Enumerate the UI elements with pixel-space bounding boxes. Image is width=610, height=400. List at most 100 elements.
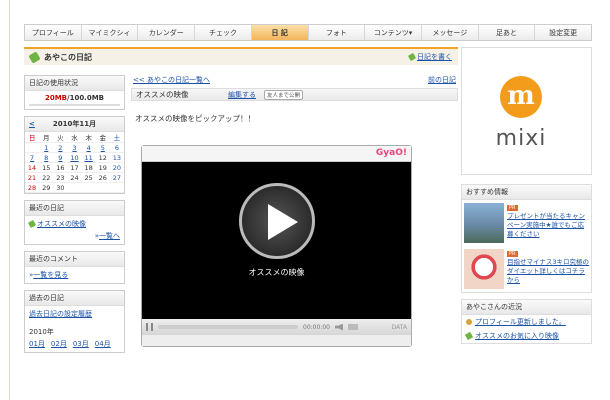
page: プロフィール マイミクシィ カレンダー チェック日 記フォト コンテンツ▾ メッセージ 足あ… [0,0,610,400]
calendar-week-row: 21 22 23 24 25 26 27 [25,172,124,183]
usage-total: /100.0MB [67,94,105,102]
nav-tab[interactable]: マイミクシィ [82,25,139,40]
prev-diary-link[interactable]: 前の日記 [428,75,456,85]
calendar-day: 13 [109,152,124,163]
nav-tab[interactable]: 設定変更 [535,25,591,40]
calendar-day: 24 [67,172,82,183]
calendar-day-link[interactable]: 4 [87,144,91,152]
calendar-day: 4 [81,142,96,153]
calendar-day: 27 [109,172,124,183]
past-diary-box: 過去の日記 過去日記の設定履歴 2010年 01月 02月 03月 04月 [24,290,125,353]
nav-tab[interactable]: 足あと [479,25,536,40]
calendar-day: 25 [81,172,96,183]
mixi-logo: m mixi [461,47,592,175]
calendar-day-link[interactable]: 9 [58,154,62,162]
calendar-day: 7 [25,152,40,163]
recommend-item[interactable]: PR 目指せマイナス3キロ究極のダイエット詳しくはコチラから [462,246,591,292]
calendar-day-link[interactable]: 11 [84,154,92,162]
right-sidebar: m mixi おすすめ情報 PR プレゼントが当たるキャンペーン実施中★誰でもご… [461,47,592,400]
diary-header: あやこの日記 日記を書く [24,47,458,65]
calendar-day-link[interactable]: 10 [70,154,78,162]
time-display: 00:00:00 [303,323,330,331]
calendar-day: 10 [67,152,82,163]
recent-comments-list: »一覧を見る [25,267,124,283]
recommend-thumbnail[interactable] [464,249,504,289]
edit-link[interactable]: 編集する [228,90,256,100]
entry-title: オススメの映像 [136,90,189,99]
volume-icon[interactable] [334,323,343,331]
calendar-day: 28 [25,182,40,193]
calendar-day: 16 [53,162,68,173]
recent-comments-header: 最近のコメント [25,252,124,267]
past-diary-year: 2010年 [29,328,54,336]
fullscreen-icon[interactable] [347,324,358,330]
video-screen[interactable]: オススメの映像 [142,162,411,319]
past-month-link[interactable]: 04月 [95,339,111,349]
calendar-weekday: 金 [95,132,110,143]
calendar-day: 29 [39,182,54,193]
main-column: あやこの日記 日記を書く 日記の使用状況 20MB/100.0MB < 2010… [24,47,458,400]
nav-tab[interactable]: コンテンツ▾ [365,25,422,40]
calendar-header: < 2010年11月 [25,117,124,132]
pencil-icon [27,219,37,229]
recent-diary-more: »一覧へ [29,231,120,241]
play-button[interactable] [239,183,315,259]
calendar-day: 2 [53,142,68,153]
calendar-week-row: 1 2 3 4 56 [25,142,124,153]
calendar-day-link[interactable]: 2 [58,144,62,152]
calendar-weekday: 土 [109,132,124,143]
recent-diary-box: 最近の日記 オススメの映像 »一覧へ [24,200,125,245]
top-navigation: プロフィール マイミクシィ カレンダー チェック日 記フォト コンテンツ▾ メッセージ 足あ… [24,24,592,41]
nav-tab[interactable]: カレンダー [138,25,196,40]
past-month-link[interactable]: 02月 [51,339,67,349]
recommend-thumbnail[interactable] [464,203,504,243]
pause-icon[interactable] [146,323,153,331]
nav-tab[interactable]: 日 記 [251,25,309,40]
recommend-link[interactable]: 目指せマイナス3キロ究極のダイエット詳しくはコチラから [507,258,589,284]
past-diary-settings-link[interactable]: 過去日記の設定履歴 [29,310,92,318]
back-to-list-link[interactable]: << あやこの日記一覧へ [133,75,210,85]
past-month-link[interactable]: 01月 [29,339,45,349]
nav-tab[interactable]: メッセージ [422,25,479,40]
recommend-link[interactable]: プレゼントが当たるキャンペーン実施中★誰でもご応募ください [507,212,585,238]
pencil-icon [464,331,474,341]
mixi-logo-word: mixi [495,126,547,151]
calendar-day-link[interactable]: 3 [72,144,76,152]
calendar-weekday: 日 [25,132,40,143]
calendar-table: 日月火水木金土 1 2 3 4 5 6 7 8 9 10 11 12 13 14 15 16 17 18 19 20 21… [25,132,124,193]
nav-tab[interactable]: チェック [195,25,252,40]
calendar-weekday: 火 [53,132,68,143]
nav-tab[interactable]: フォト [309,25,366,40]
recent-diary-more-link[interactable]: 一覧へ [99,232,120,240]
pencil-icon [28,50,41,64]
recent-diary-item-link[interactable]: オススメの映像 [37,219,86,229]
past-month-link[interactable]: 03月 [73,339,89,349]
visibility-badge: 友人まで公開 [264,89,304,100]
recommend-item[interactable]: PR プレゼントが当たるキャンペーン実施中★誰でもご応募ください [462,200,591,246]
calendar-day: 9 [53,152,68,163]
profile-icon [466,319,472,325]
calendar-day-link[interactable]: 5 [101,144,105,152]
recent-activity-link[interactable]: オススメのお気に入り映像 [475,331,559,341]
calendar-day: 11 [81,152,96,163]
entry-body-text: オススメの映像をピックアップ！！ [135,114,255,123]
past-diary-header: 過去の日記 [25,291,124,306]
calendar-day-link[interactable]: 8 [44,154,48,162]
recommend-box: おすすめ情報 PR プレゼントが当たるキャンペーン実施中★誰でもご応募ください … [461,184,592,293]
seek-bar[interactable] [158,325,298,329]
nav-tab[interactable]: プロフィール [25,25,82,40]
breadcrumb: << あやこの日記一覧へ 前の日記 [131,75,458,85]
calendar-day-link[interactable]: 1 [44,144,48,152]
write-diary-link-wrap[interactable]: 日記を書く [407,52,452,62]
calendar-day: 26 [95,172,110,183]
recent-activity-link[interactable]: プロフィール更新しました。 [475,317,566,327]
calendar-box: < 2010年11月 日月火水木金土 1 2 3 4 5 6 7 8 9 10 11 12 13 14 15 1… [24,116,125,194]
entry-header: オススメの映像 編集する 友人まで公開 [131,88,458,101]
pr-badge: PR [507,251,518,257]
write-diary-link[interactable]: 日記を書く [417,52,452,62]
calendar-prev-month[interactable]: < [29,120,35,128]
calendar-day-link[interactable]: 7 [30,154,34,162]
video-player: GyaO! オススメの映像 00:00:00 DATA [141,145,412,347]
recent-comments-link[interactable]: 一覧を見る [33,271,68,279]
calendar-day: 8 [39,152,54,163]
